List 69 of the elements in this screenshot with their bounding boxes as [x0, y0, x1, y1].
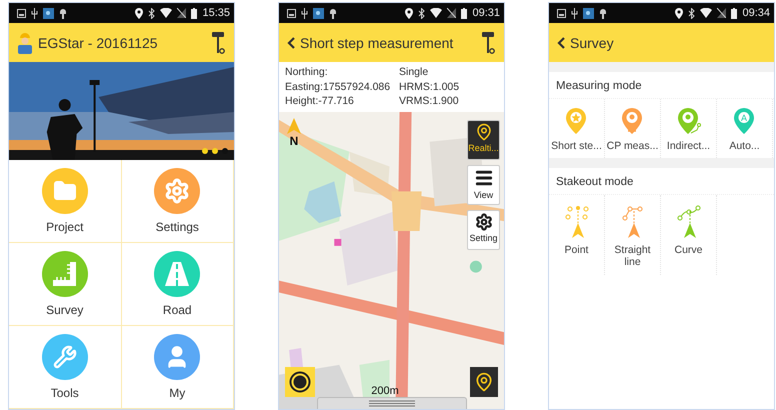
map-tool-button[interactable]: View [467, 164, 500, 204]
settings-icon [474, 212, 492, 230]
signal-icon [717, 8, 726, 18]
wifi-icon [160, 8, 172, 18]
back-icon [287, 36, 295, 48]
back-button[interactable] [557, 36, 565, 48]
location-icon [405, 8, 414, 18]
menu-icon [474, 168, 494, 188]
record-button[interactable] [285, 367, 315, 397]
section-title: Measuring mode [555, 79, 643, 94]
map-tool-button[interactable]: Setting [467, 210, 500, 250]
app-icon [43, 8, 54, 18]
section-title: Stakeout mode [555, 175, 634, 190]
coordinate-text: Northing: [285, 65, 329, 80]
app-icon [583, 8, 594, 18]
bluetooth-icon [688, 8, 696, 18]
clock: 09:31 [472, 7, 500, 19]
coordinate-text: Height:-77.716 [285, 94, 355, 108]
location-icon [135, 8, 144, 18]
wifi-icon [430, 8, 442, 18]
north-label: N [290, 134, 298, 148]
receiver-button[interactable] [210, 30, 226, 54]
receiver-button[interactable] [480, 30, 496, 54]
menu-tile[interactable]: Project [9, 160, 122, 243]
location-icon [675, 8, 684, 18]
clock: 15:35 [202, 7, 230, 19]
app-title: EGStar - 20161125 [38, 34, 159, 50]
menu-tile[interactable]: Road [122, 243, 234, 326]
map-tool-button[interactable]: Realti... [467, 120, 500, 160]
mode-item[interactable]: CP meas... [605, 99, 661, 158]
image-icon [557, 8, 566, 18]
north-arrow-icon [287, 118, 301, 134]
pin-icon [474, 122, 492, 140]
screen-title: Short step measurement [300, 34, 454, 50]
back-icon [557, 36, 565, 48]
usb-icon [571, 8, 578, 18]
status-text: HRMS:1.005 [399, 80, 460, 94]
grip-icon [369, 400, 415, 407]
menu-tile[interactable]: My [122, 326, 234, 409]
app-icon [313, 8, 324, 18]
battery-icon [731, 8, 738, 18]
battery-icon [191, 8, 198, 18]
status-text: VRMS:1.900 [399, 94, 460, 108]
target-icon [289, 371, 311, 393]
coordinate-text: Easting:17557924.086 [285, 80, 392, 94]
screen-title: Survey [570, 34, 615, 50]
back-button[interactable] [287, 36, 295, 48]
clock: 09:34 [742, 7, 770, 19]
pin-icon: A [732, 107, 756, 135]
worker-icon [17, 32, 33, 54]
image-icon [17, 8, 26, 18]
bluetooth-icon [418, 8, 426, 18]
usb-icon [301, 8, 308, 18]
mode-item[interactable]: Short ste... [549, 99, 605, 158]
drawer-handle[interactable] [317, 397, 467, 409]
pin-icon [474, 372, 494, 392]
bluetooth-icon [148, 8, 156, 18]
signal-icon [177, 8, 186, 18]
menu-tile[interactable]: Tools [9, 326, 122, 409]
menu-tile[interactable]: Settings [122, 160, 234, 243]
menu-tile[interactable]: Survey [9, 243, 122, 326]
usb-icon [31, 8, 38, 18]
wifi-icon [700, 8, 712, 18]
battery-icon [461, 8, 468, 18]
scale-label: 200m [371, 385, 399, 397]
location-button[interactable] [470, 367, 498, 397]
status-text: Single [399, 65, 430, 80]
image-icon [287, 8, 296, 18]
signal-icon [447, 8, 456, 18]
